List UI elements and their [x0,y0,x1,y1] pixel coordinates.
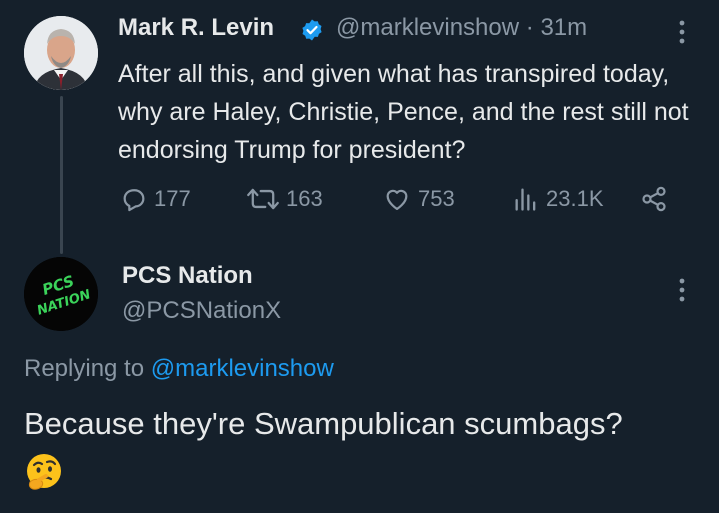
like-button[interactable]: 753 [382,184,455,214]
reply-button[interactable]: 177 [120,184,191,214]
share-icon [642,186,666,212]
replying-to-link[interactable]: @marklevinshow [151,355,334,382]
replying-to-line: Replying to @marklevinshow [24,355,334,383]
heart-icon [386,189,408,211]
retweet-button[interactable]: 163 [246,184,323,214]
reply-count: 177 [154,186,191,211]
reply-more-options-icon[interactable] [672,276,692,304]
tweet-time[interactable]: 31m [540,14,587,41]
tweet-text: After all this, and given what has trans… [118,60,689,164]
reply-author-avatar[interactable]: PCS NATION [24,257,98,331]
author-handle-line: @marklevinshow · 31m [336,14,587,42]
author-handle[interactable]: @marklevinshow [336,14,519,41]
views-count: 23.1K [546,186,604,211]
thinking-face-emoji-icon [27,454,61,490]
retweet-icon [247,188,279,210]
retweet-count: 163 [286,186,323,211]
author-name[interactable]: Mark R. Levin [118,14,274,42]
verified-badge-icon [302,19,322,41]
pcs-nation-logo: PCS NATION [24,257,98,331]
views-button[interactable]: 23.1K [512,184,604,214]
reply-text: Because they're Swampublican scumbags? [24,406,623,441]
views-chart-icon [515,188,536,211]
portrait-image [24,16,98,90]
reply-author-name[interactable]: PCS Nation [122,262,253,290]
thread-connector-line [60,96,63,254]
more-options-icon[interactable] [672,18,692,46]
author-avatar[interactable] [24,16,98,90]
dot-separator: · [525,14,534,41]
replying-to-label: Replying to [24,355,145,382]
reply-author-handle[interactable]: @PCSNationX [122,297,281,325]
reply-icon [123,189,145,212]
share-button[interactable] [640,184,674,214]
like-count: 753 [418,186,455,211]
